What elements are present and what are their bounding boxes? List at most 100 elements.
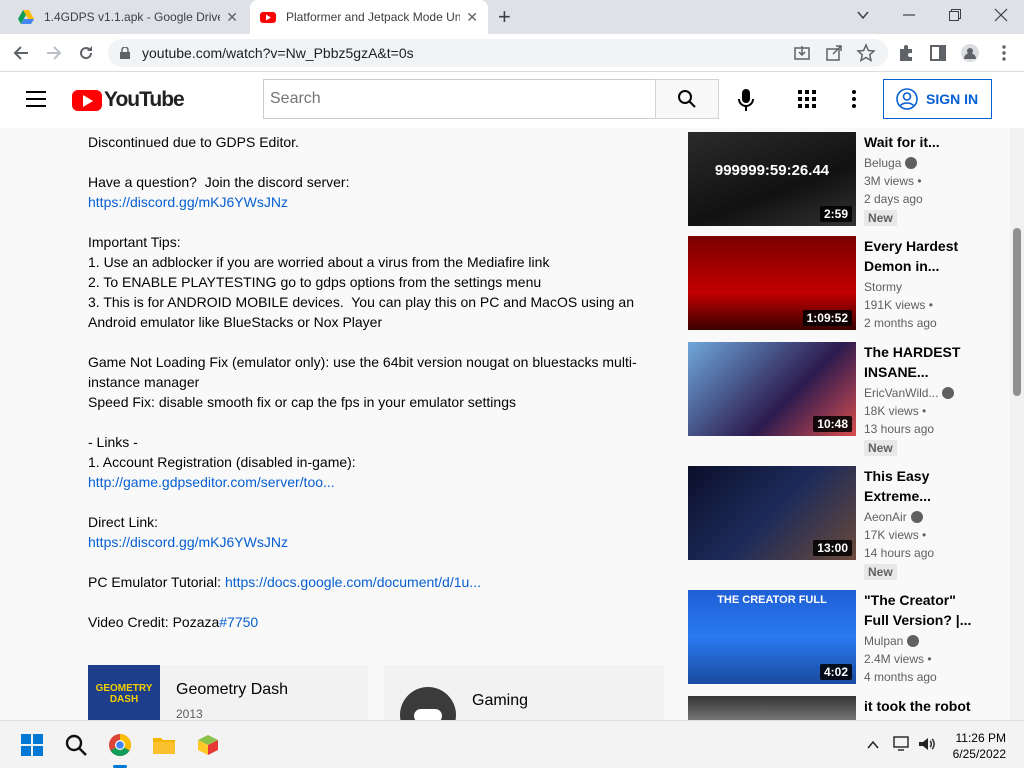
video-description: Discontinued due to GDPS Editor. Have a q…: [88, 132, 648, 632]
recommended-video[interactable]: 999999:59:26.44 2:59 Wait for it... Beluga 3…: [688, 132, 1008, 232]
microphone-icon[interactable]: [736, 88, 756, 112]
volume-icon[interactable]: [918, 736, 936, 752]
channel-name[interactable]: AeonAir: [864, 510, 923, 524]
recommended-video[interactable]: it took the robot: [688, 696, 1008, 720]
description-link[interactable]: http://game.gdpseditor.com/server/too...: [88, 474, 335, 490]
side-panel-icon[interactable]: [928, 43, 948, 63]
minimize-icon[interactable]: [902, 8, 916, 22]
game-card[interactable]: GEOMETRY DASH Geometry Dash 2013: [88, 665, 368, 720]
star-icon[interactable]: [856, 43, 876, 63]
chrome-icon[interactable]: [108, 733, 132, 757]
video-duration: 4:02: [819, 664, 852, 680]
video-title[interactable]: Wait for it...: [864, 132, 974, 152]
youtube-logo[interactable]: YouTube: [72, 88, 185, 112]
game-year: 2013: [176, 707, 203, 720]
search-input[interactable]: [263, 79, 656, 119]
recommended-video[interactable]: THE CREATOR FULL 4:02 "The Creator" Full V…: [688, 590, 1008, 690]
recommended-video[interactable]: 10:48 The HARDEST INSANE... EricVanWild...…: [688, 342, 1008, 456]
description-text: 2. To ENABLE PLAYTESTING go to gdps opti…: [88, 274, 542, 290]
description-line: [88, 552, 648, 572]
description-line: Have a question? Join the discord server…: [88, 172, 648, 192]
view-count: 3M views •: [864, 174, 922, 188]
close-icon[interactable]: ✕: [226, 9, 238, 26]
description-line: Game Not Loading Fix (emulator only): us…: [88, 352, 648, 372]
bluestacks-icon[interactable]: [196, 733, 220, 757]
url-text: youtube.com/watch?v=Nw_Pbbz5gzA&t=0s: [142, 45, 414, 61]
forward-icon[interactable]: [45, 44, 63, 62]
settings-dots-icon[interactable]: [852, 90, 856, 108]
url-field[interactable]: youtube.com/watch?v=Nw_Pbbz5gzA&t=0s: [108, 39, 888, 67]
windows-start-icon[interactable]: [20, 733, 44, 757]
channel-name[interactable]: Stormy: [864, 280, 902, 294]
recommended-video[interactable]: 13:00 This Easy Extreme... AeonAir 17K view…: [688, 466, 1008, 580]
sign-in-button[interactable]: SIGN IN: [883, 79, 992, 119]
description-line: Video Credit: Pozaza#7750: [88, 612, 648, 632]
video-thumbnail[interactable]: 10:48: [688, 342, 856, 436]
channel-name[interactable]: Mulpan: [864, 634, 920, 648]
install-icon[interactable]: [792, 43, 812, 63]
scrollbar-thumb[interactable]: [1013, 228, 1021, 396]
video-title[interactable]: This Easy Extreme...: [864, 466, 974, 506]
apps-grid-icon[interactable]: [798, 90, 816, 108]
channel-name-text: AeonAir: [864, 510, 907, 524]
video-thumbnail[interactable]: 999999:59:26.44 2:59: [688, 132, 856, 226]
description-text: Important Tips:: [88, 234, 181, 250]
share-icon[interactable]: [824, 43, 844, 63]
video-thumbnail[interactable]: THE CREATOR FULL 4:02: [688, 590, 856, 684]
google-drive-icon: [18, 10, 34, 24]
windows-taskbar: 11:26 PM 6/25/2022: [0, 720, 1024, 768]
gaming-card[interactable]: Gaming: [384, 665, 664, 720]
chevron-up-icon[interactable]: [866, 739, 880, 751]
system-clock[interactable]: 11:26 PM 6/25/2022: [953, 730, 1006, 762]
description-link[interactable]: https://docs.google.com/document/d/1u...: [225, 574, 481, 590]
reload-icon[interactable]: [77, 44, 95, 62]
video-title[interactable]: Every Hardest Demon in...: [864, 236, 974, 276]
description-line: - Links -: [88, 432, 648, 452]
search-icon[interactable]: [64, 733, 88, 757]
channel-name[interactable]: EricVanWild...: [864, 386, 955, 400]
chevron-down-icon[interactable]: [856, 8, 870, 22]
description-text: Have a question? Join the discord server…: [88, 174, 350, 190]
video-thumbnail[interactable]: 13:00: [688, 466, 856, 560]
description-link[interactable]: https://discord.gg/mKJ6YWsJNz: [88, 534, 288, 550]
lock-icon: [120, 47, 130, 59]
more-vert-icon[interactable]: [994, 43, 1014, 63]
hamburger-menu-icon[interactable]: [26, 91, 46, 107]
new-tab-button[interactable]: +: [498, 4, 511, 30]
search-button[interactable]: [655, 79, 719, 119]
gamepad-icon: [400, 687, 456, 720]
video-title[interactable]: "The Creator" Full Version? |...: [864, 590, 974, 630]
tab-google-drive[interactable]: 1.4GDPS v1.1.apk - Google Drive ✕: [8, 0, 248, 34]
description-text: Android emulator like BlueStacks or Nox …: [88, 314, 383, 330]
youtube-icon: [260, 12, 276, 23]
recommended-video[interactable]: 1:09:52 Every Hardest Demon in... Stormy 19…: [688, 236, 1008, 336]
profile-icon[interactable]: [960, 43, 980, 63]
description-line: [88, 412, 648, 432]
video-thumbnail[interactable]: [688, 696, 856, 720]
tab-youtube-video[interactable]: Platformer and Jetpack Mode Un ✕: [250, 0, 488, 34]
network-icon[interactable]: [892, 736, 910, 752]
description-link[interactable]: #7750: [219, 614, 258, 630]
restore-icon[interactable]: [948, 8, 962, 22]
video-title[interactable]: it took the robot: [864, 696, 974, 716]
description-line: [88, 492, 648, 512]
tab-title: Platformer and Jetpack Mode Un: [286, 10, 461, 24]
extensions-icon[interactable]: [896, 43, 916, 63]
description-line: [88, 152, 648, 172]
video-thumbnail[interactable]: 1:09:52: [688, 236, 856, 330]
back-icon[interactable]: [12, 44, 30, 62]
close-icon[interactable]: ✕: [466, 9, 478, 26]
description-link[interactable]: https://discord.gg/mKJ6YWsJNz: [88, 194, 288, 210]
video-title[interactable]: The HARDEST INSANE...: [864, 342, 974, 382]
video-duration: 2:59: [819, 206, 852, 222]
channel-name[interactable]: Beluga: [864, 156, 918, 170]
file-explorer-icon[interactable]: [152, 733, 176, 757]
thumbnail-text: 999999:59:26.44: [714, 162, 830, 179]
new-badge: New: [864, 564, 897, 580]
clock-time: 11:26 PM: [955, 731, 1006, 745]
thumbnail-text: THE CREATOR FULL: [717, 594, 827, 606]
close-window-icon[interactable]: [994, 8, 1008, 22]
verified-check-icon: [942, 387, 955, 399]
channel-name-text: EricVanWild...: [864, 386, 939, 400]
page-scrollbar[interactable]: [1010, 128, 1024, 720]
